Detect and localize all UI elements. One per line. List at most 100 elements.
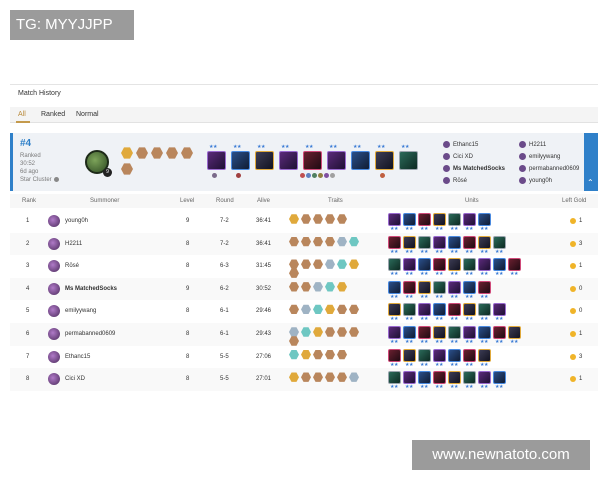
- champion-unit[interactable]: [403, 371, 416, 385]
- table-row[interactable]: 2 H2211 8 7-2 36:41 ★★ ★★ ★★ ★★ ★★ ★★ ★★ ★★ 3: [10, 232, 598, 256]
- champion-unit[interactable]: [255, 151, 274, 170]
- champion-unit[interactable]: [463, 371, 476, 385]
- champion-unit[interactable]: [303, 151, 322, 170]
- champion-unit[interactable]: [493, 371, 506, 385]
- champion-unit[interactable]: [478, 280, 491, 294]
- champion-unit[interactable]: [279, 151, 298, 170]
- champion-unit[interactable]: [493, 326, 506, 339]
- champion-unit[interactable]: [463, 280, 476, 294]
- champion-unit[interactable]: [448, 348, 461, 362]
- champion-unit[interactable]: [403, 303, 416, 317]
- summoner-name[interactable]: Ms MatchedSocks: [65, 286, 117, 292]
- champion-unit[interactable]: [433, 258, 446, 272]
- champion-unit[interactable]: [388, 213, 401, 226]
- champion-unit[interactable]: [478, 326, 491, 339]
- champion-unit[interactable]: [463, 303, 476, 317]
- champion-unit[interactable]: [463, 348, 476, 362]
- table-row[interactable]: 4 Ms MatchedSocks 9 6-2 30:52 ★★ ★★ ★★ ★★ ★★ ★★ ★★ 0: [10, 277, 598, 301]
- champion-unit[interactable]: [418, 326, 431, 339]
- champion-unit[interactable]: [388, 235, 401, 249]
- table-row[interactable]: 8 Cici XD 8 5-5 27:01 ★★ ★★ ★★ ★★ ★★ ★★ ★★ ★★ 1: [10, 368, 598, 391]
- champion-unit[interactable]: [448, 280, 461, 294]
- summoner-name[interactable]: Rōsé: [65, 263, 79, 269]
- participant-link[interactable]: H2211: [519, 140, 546, 150]
- summoner-name[interactable]: young0h: [65, 218, 88, 224]
- collapse-button[interactable]: ⌃: [584, 133, 598, 191]
- champion-unit[interactable]: [478, 213, 491, 226]
- champion-unit[interactable]: [433, 326, 446, 339]
- champion-unit[interactable]: [448, 303, 461, 317]
- info-icon[interactable]: [53, 177, 59, 182]
- champion-unit[interactable]: [418, 348, 431, 362]
- champion-unit[interactable]: [388, 326, 401, 339]
- champion-unit[interactable]: [207, 151, 226, 170]
- summoner-name[interactable]: emilyywang: [65, 308, 96, 314]
- champion-unit[interactable]: [399, 151, 418, 170]
- tab-all[interactable]: All: [18, 111, 26, 118]
- tab-normal[interactable]: Normal: [76, 111, 99, 118]
- champion-unit[interactable]: [478, 235, 491, 249]
- champion-unit[interactable]: [448, 371, 461, 385]
- champion-unit[interactable]: [375, 151, 394, 170]
- champion-unit[interactable]: [448, 235, 461, 249]
- participant-link[interactable]: permabanned0609: [519, 164, 579, 174]
- champion-unit[interactable]: [508, 326, 521, 339]
- champion-unit[interactable]: [388, 371, 401, 385]
- champion-unit[interactable]: [403, 235, 416, 249]
- participant-link[interactable]: Ms MatchedSocks: [443, 164, 505, 174]
- champion-unit[interactable]: [433, 213, 446, 226]
- champion-unit[interactable]: [403, 213, 416, 226]
- champion-unit[interactable]: [418, 235, 431, 249]
- participant-link[interactable]: emilyywang: [519, 152, 560, 162]
- table-row[interactable]: 6 permabanned0609 8 6-1 29:43 ★★ ★★ ★★ ★★ ★★ ★★ ★★ ★…: [10, 323, 598, 346]
- champion-unit[interactable]: [433, 348, 446, 362]
- champion-unit[interactable]: [403, 280, 416, 294]
- champion-unit[interactable]: [493, 303, 506, 317]
- summoner-name[interactable]: permabanned0609: [65, 331, 115, 337]
- summoner-name[interactable]: Ethanc15: [65, 354, 90, 360]
- champion-unit[interactable]: [448, 326, 461, 339]
- champion-unit[interactable]: [418, 371, 431, 385]
- table-row[interactable]: 5 emilyywang 8 6-1 29:46 ★★ ★★ ★★ ★★ ★★ ★★ ★★ ★★ 0: [10, 300, 598, 323]
- table-row[interactable]: 3 Rōsé 8 6-3 31:45 ★★ ★★ ★★ ★★ ★★ ★★ ★★ ★★ ★★ 1: [10, 255, 598, 278]
- champion-unit[interactable]: [433, 235, 446, 249]
- champion-unit[interactable]: [388, 348, 401, 362]
- champion-unit[interactable]: [351, 151, 370, 170]
- match-summary-card[interactable]: #4 Ranked 30:52 6d ago Star Cluster 9 ★★…: [10, 133, 598, 191]
- participant-link[interactable]: Ethanc15: [443, 140, 478, 150]
- participant-link[interactable]: Cici XD: [443, 152, 473, 162]
- champion-unit[interactable]: [231, 151, 250, 170]
- champion-unit[interactable]: [448, 258, 461, 272]
- champion-unit[interactable]: [388, 258, 401, 272]
- champion-unit[interactable]: [418, 213, 431, 226]
- champion-unit[interactable]: [463, 326, 476, 339]
- champion-unit[interactable]: [463, 213, 476, 226]
- participant-link[interactable]: Rōsé: [443, 176, 467, 186]
- champion-unit[interactable]: [418, 258, 431, 272]
- champion-unit[interactable]: [433, 280, 446, 294]
- champion-unit[interactable]: [403, 326, 416, 339]
- champion-unit[interactable]: [478, 348, 491, 362]
- table-row[interactable]: 1 young0h 9 7-2 36:41 ★★ ★★ ★★ ★★ ★★ ★★ ★★ 1: [10, 210, 598, 233]
- champion-unit[interactable]: [508, 258, 521, 272]
- champion-unit[interactable]: [478, 258, 491, 272]
- champion-unit[interactable]: [388, 280, 401, 294]
- champion-unit[interactable]: [493, 258, 506, 272]
- champion-unit[interactable]: [418, 280, 431, 294]
- champion-unit[interactable]: [493, 235, 506, 249]
- champion-unit[interactable]: [463, 258, 476, 272]
- champion-unit[interactable]: [463, 235, 476, 249]
- champion-unit[interactable]: [388, 303, 401, 317]
- champion-unit[interactable]: [448, 213, 461, 226]
- champion-unit[interactable]: [478, 371, 491, 385]
- table-row[interactable]: 7 Ethanc15 8 5-5 27:06 ★★ ★★ ★★ ★★ ★★ ★★ ★★ 3: [10, 346, 598, 369]
- champion-unit[interactable]: [403, 258, 416, 272]
- participant-link[interactable]: young0h: [519, 176, 552, 186]
- summoner-name[interactable]: H2211: [65, 241, 82, 247]
- champion-unit[interactable]: [478, 303, 491, 317]
- champion-unit[interactable]: [403, 348, 416, 362]
- champion-unit[interactable]: [327, 151, 346, 170]
- tab-ranked[interactable]: Ranked: [41, 111, 65, 118]
- summoner-name[interactable]: Cici XD: [65, 376, 85, 382]
- champion-unit[interactable]: [433, 371, 446, 385]
